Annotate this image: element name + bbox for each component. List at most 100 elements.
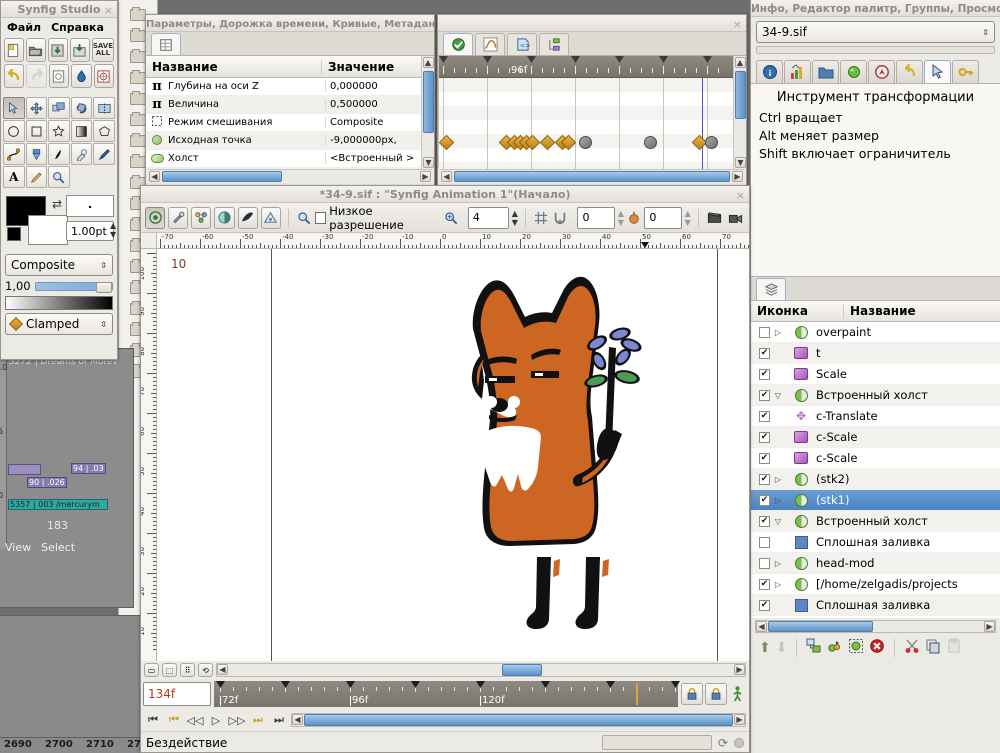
layer-visibility-checkbox[interactable]: ✔ bbox=[759, 431, 770, 443]
scroll-left-icon[interactable]: ◀ bbox=[292, 714, 303, 725]
layer-visibility-checkbox[interactable]: ✔ bbox=[759, 515, 770, 527]
preview-button[interactable] bbox=[71, 64, 92, 88]
save-as-button[interactable] bbox=[69, 38, 90, 62]
layer-visibility-checkbox[interactable]: ✔ bbox=[759, 599, 770, 611]
layers-hscrollbar[interactable]: ◀ ▶ bbox=[755, 620, 996, 633]
toggle-render-button[interactable] bbox=[145, 206, 166, 229]
next-frame-button[interactable]: ▷▷ bbox=[228, 714, 246, 727]
render-button[interactable] bbox=[48, 64, 70, 88]
layer-expander-icon[interactable]: ▽ bbox=[770, 391, 786, 400]
save-file-button[interactable] bbox=[47, 38, 68, 62]
future-keyframes-field[interactable]: 0 bbox=[644, 206, 682, 229]
timebar-hscrollbar[interactable]: ◀ ▶ bbox=[291, 713, 746, 727]
background-rendering-button[interactable] bbox=[214, 206, 235, 229]
navigator-tab[interactable] bbox=[868, 60, 895, 83]
layer-row[interactable]: ✔ Сплошная заливка bbox=[751, 595, 1000, 616]
polygon-tool[interactable] bbox=[93, 120, 115, 142]
layer-row[interactable]: ✔ t bbox=[751, 343, 1000, 364]
scale-tool[interactable] bbox=[48, 97, 70, 119]
layer-visibility-checkbox[interactable]: ✔ bbox=[759, 494, 770, 506]
menu-file[interactable]: Файл bbox=[7, 21, 41, 34]
seek-end-button[interactable]: ⏭ bbox=[270, 713, 288, 727]
close-icon[interactable]: × bbox=[987, 1, 996, 16]
group-layer-button[interactable] bbox=[806, 638, 822, 657]
canvas-browser-tab[interactable] bbox=[840, 60, 867, 83]
layer-row[interactable]: ✔ ▷ [/home/zelgadis/projects bbox=[751, 574, 1000, 595]
layer-visibility-checkbox[interactable]: ✔ bbox=[759, 389, 770, 401]
quality-field[interactable]: 4 bbox=[467, 206, 509, 229]
keyframe-marker[interactable] bbox=[411, 681, 420, 688]
refresh-status-icon[interactable]: ⟳ bbox=[718, 736, 728, 750]
layer-row[interactable]: ✔ ▽ Встроенный холст bbox=[751, 385, 1000, 406]
layer-expander-icon[interactable]: ▷ bbox=[770, 580, 786, 589]
layer-expander-icon[interactable]: ▷ bbox=[770, 475, 786, 484]
circle-tool[interactable] bbox=[3, 120, 25, 142]
spline-tool[interactable] bbox=[3, 143, 25, 165]
current-time-field[interactable]: 134f bbox=[143, 682, 211, 706]
scroll-down-icon[interactable]: ▼ bbox=[423, 157, 434, 168]
zoom-in-icon[interactable] bbox=[443, 211, 459, 225]
cut-layer-button[interactable] bbox=[904, 638, 920, 657]
dialog-button[interactable] bbox=[93, 64, 114, 88]
timetrack-ruler[interactable]: 96f bbox=[439, 56, 733, 78]
new-file-button[interactable] bbox=[4, 38, 24, 62]
snap-toggle-icon[interactable] bbox=[552, 211, 568, 225]
menu-help[interactable]: Справка bbox=[51, 21, 104, 34]
keyframe-marker[interactable] bbox=[615, 56, 624, 63]
keyframe-marker[interactable] bbox=[346, 681, 355, 688]
parameter-row[interactable]: Режим смешивания Composite bbox=[146, 114, 421, 132]
layer-visibility-checkbox[interactable] bbox=[759, 326, 770, 338]
layer-row[interactable]: ✔ Scale bbox=[751, 364, 1000, 385]
vertical-ruler[interactable]: 100 90 80 70 60 50 40 30 20 10 bbox=[141, 249, 157, 661]
layer-row[interactable]: ▷ overpaint bbox=[751, 322, 1000, 343]
grid-toggle-icon[interactable] bbox=[533, 211, 549, 225]
parameter-row[interactable]: Холст <Встроенный > bbox=[146, 150, 421, 168]
onion-skin-button[interactable] bbox=[191, 206, 212, 229]
zoom-to-fit-button[interactable]: ⬚ bbox=[162, 663, 177, 677]
zoom-tool[interactable] bbox=[48, 166, 70, 188]
keyframe-marker[interactable] bbox=[281, 681, 290, 688]
keyframe-marker[interactable] bbox=[659, 56, 668, 63]
scroll-left-icon[interactable]: ◀ bbox=[149, 171, 160, 182]
keyframe-marker[interactable] bbox=[476, 681, 485, 688]
close-icon[interactable]: × bbox=[104, 2, 113, 17]
metadata-tab[interactable]: <> bbox=[507, 33, 537, 55]
mirror-tool[interactable] bbox=[93, 97, 115, 119]
layer-expander-icon[interactable]: ▷ bbox=[770, 559, 786, 568]
seek-begin-button[interactable]: ⏮ bbox=[144, 713, 162, 727]
scroll-right-icon[interactable]: ▶ bbox=[734, 714, 745, 725]
layer-row[interactable]: Сплошная заливка bbox=[751, 532, 1000, 553]
text-tool[interactable]: A bbox=[3, 166, 25, 188]
redo-button[interactable] bbox=[26, 64, 47, 88]
horizontal-ruler[interactable]: -70 -60 -50 -40 -30 -20 -10 0 10 20 30 40 50 60 70 bbox=[157, 233, 749, 249]
audio-select-menu[interactable]: Select bbox=[41, 541, 75, 554]
params-tab[interactable] bbox=[151, 33, 181, 55]
parameter-row[interactable]: Исходная точка -9,000000px, bbox=[146, 132, 421, 150]
render-options-button[interactable] bbox=[260, 206, 281, 229]
canvas-hscrollbar[interactable]: ◀ ▶ bbox=[216, 663, 746, 677]
parameters-hscrollbar[interactable]: ◀ ▶ bbox=[148, 169, 432, 182]
layer-visibility-checkbox[interactable] bbox=[759, 557, 770, 569]
next-keyframe-button[interactable]: ⏭ bbox=[249, 713, 267, 727]
star-tool[interactable] bbox=[48, 120, 70, 142]
children-tab[interactable] bbox=[539, 33, 569, 55]
opacity-slider[interactable] bbox=[34, 281, 113, 293]
canvas-selector[interactable]: 34-9.sif ⇳ bbox=[756, 21, 995, 43]
draw-tool[interactable] bbox=[48, 143, 70, 165]
scroll-right-icon[interactable]: ▶ bbox=[420, 171, 431, 182]
fill-color-swatch[interactable] bbox=[28, 215, 68, 245]
keyframe-marker[interactable] bbox=[483, 56, 492, 63]
scroll-left-icon[interactable]: ◀ bbox=[756, 621, 767, 632]
layer-visibility-checkbox[interactable]: ✔ bbox=[759, 452, 770, 464]
layer-row[interactable]: ▷ head-mod bbox=[751, 553, 1000, 574]
close-icon[interactable]: × bbox=[733, 16, 742, 31]
play-button[interactable]: ▷ bbox=[207, 714, 225, 727]
smooth-move-tool[interactable] bbox=[25, 97, 48, 119]
timetrack-body[interactable] bbox=[439, 78, 733, 169]
undo-button[interactable] bbox=[4, 64, 25, 88]
layer-visibility-checkbox[interactable]: ✔ bbox=[759, 347, 770, 359]
layer-row[interactable]: ✔ ▷ (stk1) bbox=[751, 490, 1000, 511]
past-keyframes-field[interactable]: 0 bbox=[577, 206, 615, 229]
timetrack-vscrollbar[interactable]: ▲ ▼ bbox=[733, 56, 746, 169]
transform-tool[interactable] bbox=[3, 97, 25, 119]
